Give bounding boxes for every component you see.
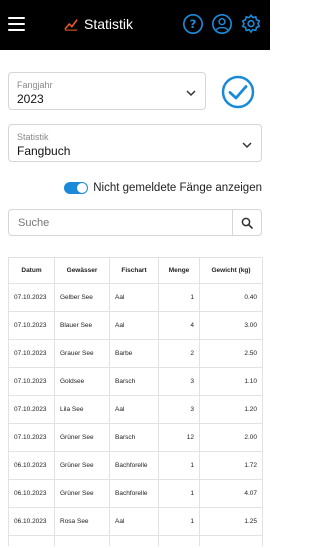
top-app-bar: Statistik ? [0, 0, 270, 50]
table-row-partial [8, 535, 263, 546]
unreported-catches-toggle-row: Nicht gemeldete Fänge anzeigen [64, 182, 262, 194]
catch-table: Datum Gewässer Fischart Menge Gewicht (k… [8, 257, 263, 546]
empty-cell [158, 535, 200, 546]
species-cell: Aal [109, 283, 159, 312]
date-cell: 07.10.2023 [8, 339, 55, 368]
help-icon[interactable]: ? [182, 13, 204, 35]
column-header[interactable]: Gewässer [54, 257, 110, 284]
weight-cell: 1.10 [199, 367, 263, 396]
water-cell: Grüner See [54, 451, 110, 480]
date-cell: 07.10.2023 [8, 283, 55, 312]
confirm-check-button[interactable] [221, 75, 255, 109]
table-row[interactable]: 06.10.2023 Rosa See Aal 1 1.25 [8, 507, 263, 536]
weight-cell: 2.00 [199, 423, 263, 452]
quantity-cell: 12 [158, 423, 200, 452]
search-button[interactable] [232, 210, 261, 235]
table-row[interactable]: 07.10.2023 Grüner See Barsch 12 2.00 [8, 423, 263, 452]
app-title-group: Statistik [64, 16, 133, 32]
chevron-down-icon [242, 142, 252, 149]
species-cell: Barsch [109, 367, 159, 396]
date-cell: 07.10.2023 [8, 311, 55, 340]
chart-icon [64, 19, 78, 31]
weight-cell: 1.72 [199, 451, 263, 480]
quantity-cell: 3 [158, 367, 200, 396]
table-header-row: Datum Gewässer Fischart Menge Gewicht (k… [8, 257, 263, 284]
species-cell: Bachforelle [109, 451, 159, 480]
water-cell: Rosa See [54, 507, 110, 536]
date-cell: 07.10.2023 [8, 395, 55, 424]
fangjahr-value: 2023 [17, 92, 44, 106]
column-header[interactable]: Datum [8, 257, 55, 284]
quantity-cell: 1 [158, 479, 200, 508]
search-box [8, 209, 262, 236]
weight-cell: 1.20 [199, 395, 263, 424]
page-title: Statistik [84, 16, 134, 32]
table-row[interactable]: 07.10.2023 Lila See Aal 3 1.20 [8, 395, 263, 424]
quantity-cell: 2 [158, 339, 200, 368]
water-cell: Grüner See [54, 479, 110, 508]
date-cell: 06.10.2023 [8, 507, 55, 536]
quantity-cell: 1 [158, 283, 200, 312]
date-cell: 06.10.2023 [8, 451, 55, 480]
weight-cell: 2.50 [199, 339, 263, 368]
search-input[interactable] [9, 210, 233, 235]
quantity-cell: 4 [158, 311, 200, 340]
water-cell: Goldsee [54, 367, 110, 396]
species-cell: Barsch [109, 423, 159, 452]
species-cell: Bachforelle [109, 479, 159, 508]
water-cell: Gelber See [54, 283, 110, 312]
table-row[interactable]: 07.10.2023 Goldsee Barsch 3 1.10 [8, 367, 263, 396]
table-row[interactable]: 06.10.2023 Grüner See Bachforelle 1 1.72 [8, 451, 263, 480]
date-cell: 06.10.2023 [8, 479, 55, 508]
unreported-catches-toggle[interactable] [64, 182, 89, 194]
species-cell: Aal [109, 507, 159, 536]
settings-icon[interactable] [240, 13, 262, 35]
weight-cell: 0.40 [199, 283, 263, 312]
fangjahr-select[interactable]: Fangjahr 2023 [8, 72, 206, 110]
fangjahr-label: Fangjahr [17, 80, 53, 90]
column-header[interactable]: Fischart [109, 257, 159, 284]
date-cell: 07.10.2023 [8, 423, 55, 452]
empty-cell [54, 535, 110, 546]
species-cell: Barbe [109, 339, 159, 368]
species-cell: Aal [109, 395, 159, 424]
weight-cell: 1.25 [199, 507, 263, 536]
table-row[interactable]: 06.10.2023 Grüner See Bachforelle 1 4.07 [8, 479, 263, 508]
species-cell: Aal [109, 311, 159, 340]
table-row[interactable]: 07.10.2023 Gelber See Aal 1 0.40 [8, 283, 263, 312]
search-icon [241, 217, 253, 229]
quantity-cell: 1 [158, 507, 200, 536]
column-header[interactable]: Menge [158, 257, 200, 284]
weight-cell: 4.07 [199, 479, 263, 508]
date-cell: 07.10.2023 [8, 367, 55, 396]
table-row[interactable]: 07.10.2023 Blauer See Aal 4 3.00 [8, 311, 263, 340]
statistik-label: Statistik [17, 132, 49, 142]
quantity-cell: 3 [158, 395, 200, 424]
table-row[interactable]: 07.10.2023 Grauer See Barbe 2 2.50 [8, 339, 263, 368]
menu-icon[interactable] [8, 17, 25, 31]
empty-cell [109, 535, 159, 546]
chevron-down-icon [186, 90, 196, 97]
empty-cell [199, 535, 263, 546]
column-header[interactable]: Gewicht (kg) [199, 257, 263, 284]
statistik-select[interactable]: Statistik Fangbuch [8, 124, 262, 162]
water-cell: Blauer See [54, 311, 110, 340]
svg-text:?: ? [190, 17, 197, 31]
water-cell: Grauer See [54, 339, 110, 368]
quantity-cell: 1 [158, 451, 200, 480]
statistik-value: Fangbuch [17, 144, 71, 158]
toggle-knob [77, 183, 88, 193]
empty-cell [8, 535, 55, 546]
water-cell: Lila See [54, 395, 110, 424]
account-icon[interactable] [211, 13, 233, 35]
toggle-label: Nicht gemeldete Fänge anzeigen [93, 182, 262, 194]
water-cell: Grüner See [54, 423, 110, 452]
weight-cell: 3.00 [199, 311, 263, 340]
